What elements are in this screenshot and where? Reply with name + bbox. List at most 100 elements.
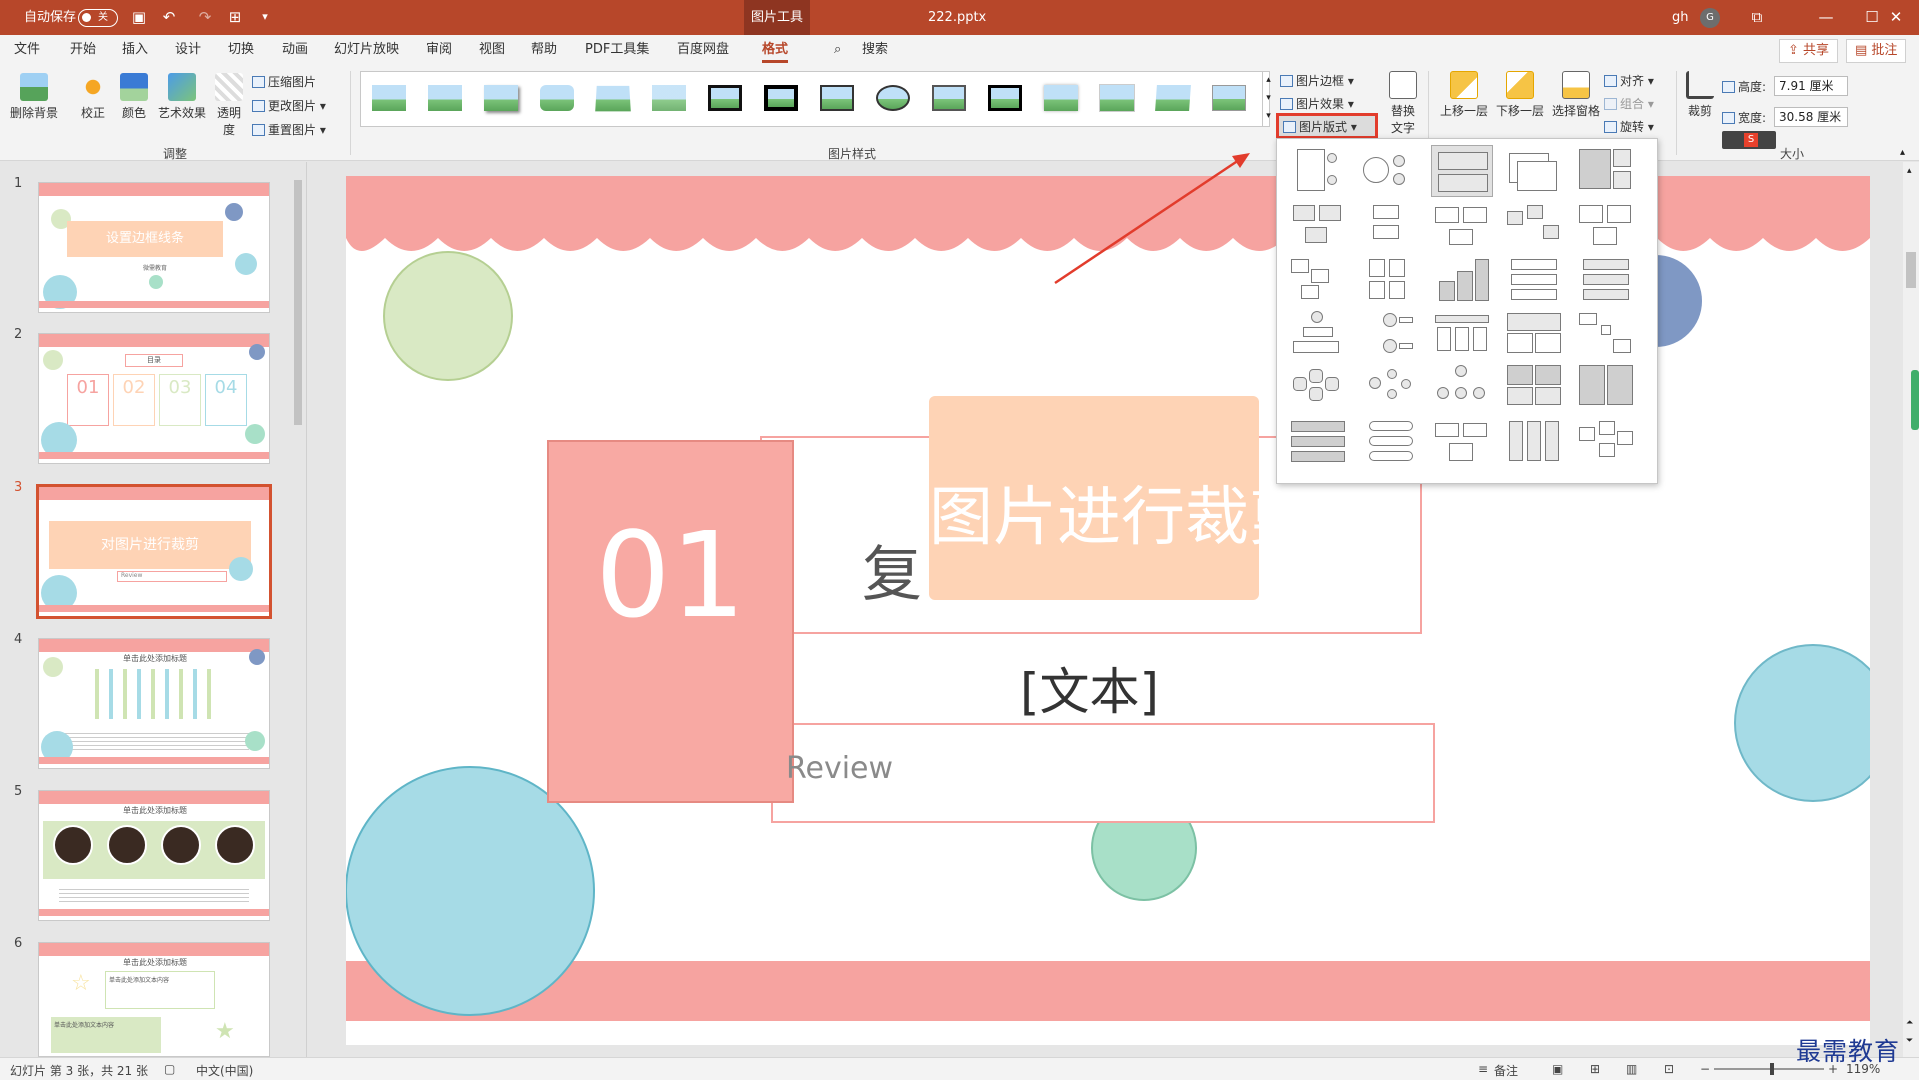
notes-button[interactable]: 备注 bbox=[1494, 1062, 1518, 1079]
side-zoom-indicator[interactable] bbox=[1911, 370, 1919, 430]
reset-picture-button[interactable]: 重置图片 ▾ bbox=[252, 121, 326, 138]
zoom-slider-thumb[interactable] bbox=[1770, 1063, 1774, 1075]
redo-icon[interactable]: ↷ bbox=[196, 8, 214, 26]
undo-icon[interactable]: ↶ bbox=[160, 8, 178, 26]
layout-option-18[interactable] bbox=[1431, 309, 1493, 361]
autosave-toggle[interactable]: 关 bbox=[78, 9, 118, 27]
slide-sorter-icon[interactable]: ⊞ bbox=[1590, 1062, 1600, 1076]
layout-option-6[interactable] bbox=[1287, 201, 1349, 253]
ime-toolbar[interactable]: S bbox=[1722, 131, 1776, 149]
prev-slide-icon[interactable]: ⏶ bbox=[1906, 1018, 1913, 1028]
slide-thumbnail-6[interactable]: 单击此处添加标题 单击此处添加文本内容 单击此处添加文本内容 ☆ ★ bbox=[38, 942, 270, 1057]
layout-option-4[interactable] bbox=[1503, 145, 1565, 197]
slide-thumbnail-5[interactable]: 单击此处添加标题 bbox=[38, 790, 270, 921]
picture-layout-button[interactable]: 图片版式 ▾ bbox=[1276, 113, 1378, 139]
bring-forward-button[interactable]: 上移一层 bbox=[1436, 71, 1492, 119]
layout-option-27[interactable] bbox=[1359, 417, 1421, 469]
save-icon[interactable]: ▣ bbox=[130, 8, 148, 26]
align-button[interactable]: 对齐 ▾ bbox=[1604, 72, 1654, 89]
picture-style-16[interactable] bbox=[1209, 79, 1249, 119]
layout-option-28[interactable] bbox=[1431, 417, 1493, 469]
tab-baidu-netdisk[interactable]: 百度网盘 bbox=[677, 35, 729, 65]
picture-effects-button[interactable]: 图片效果 ▾ bbox=[1280, 95, 1354, 112]
layout-option-29[interactable] bbox=[1503, 417, 1565, 469]
layout-option-17[interactable] bbox=[1359, 309, 1421, 361]
tab-transitions[interactable]: 切换 bbox=[228, 35, 254, 65]
layout-option-14[interactable] bbox=[1503, 255, 1565, 307]
layout-option-10[interactable] bbox=[1575, 201, 1637, 253]
layout-option-13[interactable] bbox=[1431, 255, 1493, 307]
layout-option-7[interactable] bbox=[1359, 201, 1421, 253]
spellcheck-icon[interactable]: ▢ bbox=[164, 1062, 175, 1076]
picture-style-15[interactable] bbox=[1153, 79, 1193, 119]
tab-help[interactable]: 帮助 bbox=[531, 35, 557, 65]
picture-style-9[interactable] bbox=[817, 79, 857, 119]
tab-slideshow[interactable]: 幻灯片放映 bbox=[334, 35, 399, 65]
layout-option-22[interactable] bbox=[1359, 361, 1421, 413]
language[interactable]: 中文(中国) bbox=[196, 1062, 253, 1079]
tab-animations[interactable]: 动画 bbox=[282, 35, 308, 65]
editor-scrollbar[interactable]: ▴ ⏶ ⏷ bbox=[1903, 162, 1919, 1057]
height-input[interactable]: 7.91 厘米 bbox=[1774, 76, 1848, 96]
scroll-up-icon[interactable]: ▴ bbox=[1907, 166, 1912, 176]
slide-thumbnail-3[interactable]: 对图片进行裁剪 Review bbox=[36, 484, 272, 619]
remove-background-button[interactable]: 删除背景 bbox=[8, 73, 60, 121]
layout-option-11[interactable] bbox=[1287, 255, 1349, 307]
picture-style-10[interactable] bbox=[873, 79, 913, 119]
layout-option-25[interactable] bbox=[1575, 361, 1637, 413]
slide-thumbnail-2[interactable]: 目录 01 02 03 04 bbox=[38, 333, 270, 464]
layout-option-26[interactable] bbox=[1287, 417, 1349, 469]
picture-style-12[interactable] bbox=[985, 79, 1025, 119]
picture-style-1[interactable] bbox=[369, 79, 409, 119]
zoom-out-button[interactable]: − bbox=[1700, 1062, 1710, 1076]
slide-thumbnail-1[interactable]: 设置边框线条 微需教育 bbox=[38, 182, 270, 313]
layout-option-20[interactable] bbox=[1575, 309, 1637, 361]
next-slide-icon[interactable]: ⏷ bbox=[1906, 1036, 1913, 1046]
tab-pdf-tools[interactable]: PDF工具集 bbox=[585, 35, 649, 65]
search-label[interactable]: 搜索 bbox=[862, 35, 888, 65]
ribbon-display-icon[interactable]: ⧉ bbox=[1734, 0, 1780, 35]
normal-view-icon[interactable]: ▣ bbox=[1552, 1062, 1563, 1076]
slide-thumbnail-4[interactable]: 单击此处添加标题 bbox=[38, 638, 270, 769]
group-button[interactable]: 组合 ▾ bbox=[1604, 95, 1654, 112]
transparency-button[interactable]: 透明度 bbox=[212, 73, 246, 138]
text-placeholder[interactable]: [文本] bbox=[1020, 652, 1159, 724]
picture-style-2[interactable] bbox=[425, 79, 465, 119]
alt-text-button[interactable]: 替换 文字 bbox=[1384, 71, 1422, 136]
tab-format[interactable]: 格式 bbox=[762, 35, 789, 65]
width-input[interactable]: 30.58 厘米 bbox=[1774, 107, 1848, 127]
tab-insert[interactable]: 插入 bbox=[122, 35, 148, 65]
slideshow-icon[interactable]: ⊡ bbox=[1664, 1062, 1674, 1076]
layout-option-3[interactable] bbox=[1431, 145, 1493, 197]
layout-option-5[interactable] bbox=[1575, 145, 1637, 197]
layout-option-2[interactable] bbox=[1359, 145, 1421, 197]
customize-qat-icon[interactable]: ▾ bbox=[256, 8, 274, 26]
present-icon[interactable]: ⊞ bbox=[226, 8, 244, 26]
tab-view[interactable]: 视图 bbox=[479, 35, 505, 65]
share-button[interactable]: ⇪ 共享 bbox=[1779, 39, 1839, 63]
layout-option-16[interactable] bbox=[1287, 309, 1349, 361]
notes-icon[interactable]: ≡ bbox=[1478, 1062, 1488, 1076]
tab-home[interactable]: 开始 bbox=[70, 35, 96, 65]
picture-style-8[interactable] bbox=[761, 79, 801, 119]
avatar[interactable]: G bbox=[1700, 8, 1720, 28]
thumbnail-scrollbar[interactable] bbox=[293, 168, 303, 1052]
layout-option-23[interactable] bbox=[1431, 361, 1493, 413]
crop-button[interactable]: 裁剪 bbox=[1684, 71, 1716, 119]
layout-option-21[interactable] bbox=[1287, 361, 1349, 413]
minimize-button[interactable]: — bbox=[1803, 0, 1849, 35]
picture-style-6[interactable] bbox=[649, 79, 689, 119]
picture-style-5[interactable] bbox=[593, 79, 633, 119]
tab-file[interactable]: 文件 bbox=[14, 35, 40, 65]
collapse-ribbon-icon[interactable]: ▴ bbox=[1900, 147, 1905, 158]
layout-option-24[interactable] bbox=[1503, 361, 1565, 413]
picture-style-11[interactable] bbox=[929, 79, 969, 119]
layout-option-19[interactable] bbox=[1503, 309, 1565, 361]
zoom-slider[interactable] bbox=[1714, 1063, 1824, 1075]
change-picture-button[interactable]: 更改图片 ▾ bbox=[252, 97, 326, 114]
layout-option-30[interactable] bbox=[1575, 417, 1637, 469]
compress-pictures-button[interactable]: 压缩图片 bbox=[252, 73, 316, 90]
picture-border-button[interactable]: 图片边框 ▾ bbox=[1280, 72, 1354, 89]
corrections-button[interactable]: 校正 bbox=[76, 73, 110, 121]
reading-view-icon[interactable]: ▥ bbox=[1626, 1062, 1637, 1076]
